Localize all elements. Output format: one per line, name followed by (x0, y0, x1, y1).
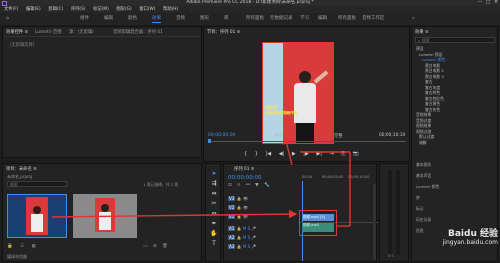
watermark: Baidu 经验 jingyan.baidu.com (410, 226, 498, 260)
annotation-arrows (51, 135, 351, 227)
watermark-logo: Baidu 经验 (447, 229, 498, 239)
arrow-project-to-timeline (51, 209, 298, 219)
arrow-to-preview (282, 135, 293, 166)
watermark-url: jingyan.baidu.com (442, 239, 498, 246)
